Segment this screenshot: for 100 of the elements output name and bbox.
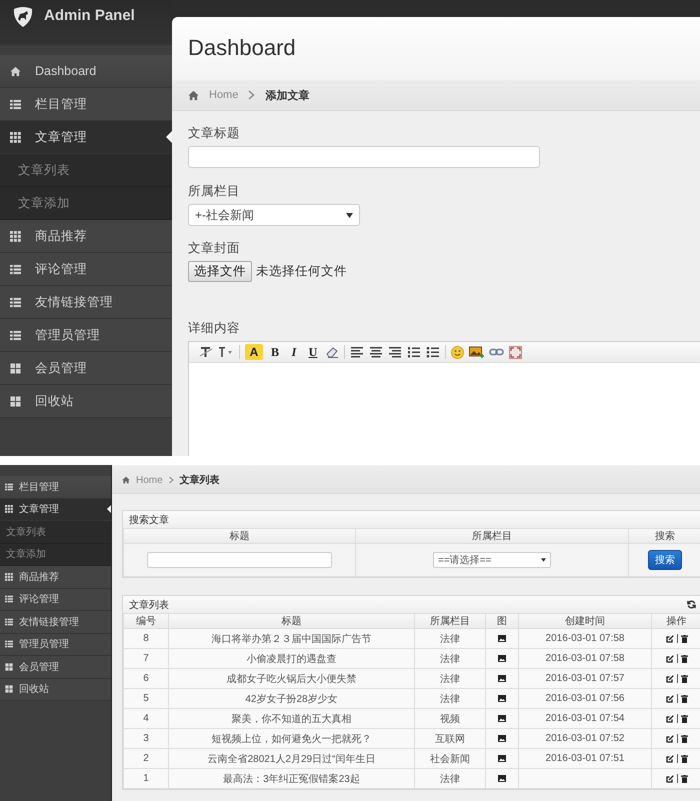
home-icon — [188, 90, 199, 100]
sidebar-item[interactable]: 回收站 — [0, 385, 172, 418]
tiles-icon — [10, 396, 21, 406]
eraser-icon[interactable] — [325, 346, 339, 358]
field-label: 文章封面 — [188, 240, 241, 257]
table-cell: 2016-03-01 07:56 — [546, 693, 624, 704]
trash-icon[interactable] — [680, 694, 688, 702]
sidebar-item[interactable]: Dashboard — [0, 55, 172, 88]
panel-title: 搜索文章 — [129, 514, 169, 526]
table-cell: 6 — [143, 673, 149, 684]
bullet-list-icon[interactable] — [426, 346, 440, 358]
choose-file-button[interactable]: 选择文件 — [188, 261, 252, 282]
table-cell: 8 — [143, 633, 149, 644]
table-cell-text: 社会新闻 — [430, 752, 470, 766]
smiley-icon[interactable] — [451, 346, 464, 358]
align-left-icon[interactable] — [350, 346, 364, 358]
edit-icon[interactable] — [666, 694, 674, 702]
image-icon[interactable] — [498, 695, 506, 702]
table-cell: 4 — [143, 713, 149, 724]
list-icon — [5, 640, 13, 648]
rich-text-editor[interactable]: A B I U — [188, 341, 700, 456]
sidebar-item[interactable]: 栏目管理 — [0, 476, 111, 498]
table-cell-text: 云南全省28021人2月29日过“闰年生日 — [208, 752, 376, 766]
edit-icon[interactable] — [666, 714, 674, 722]
sidebar-item[interactable]: 文章管理 — [0, 498, 111, 521]
image-icon[interactable] — [498, 735, 506, 742]
sidebar-item[interactable]: 栏目管理 — [0, 88, 172, 121]
sidebar-item[interactable]: 商品推荐 — [0, 566, 111, 588]
refresh-icon[interactable] — [687, 600, 696, 609]
trash-icon[interactable] — [680, 674, 688, 682]
highlight-button[interactable]: A — [245, 344, 263, 360]
trash-icon[interactable] — [680, 734, 688, 742]
link-icon[interactable] — [489, 347, 504, 357]
image-icon[interactable] — [498, 775, 506, 782]
image-icon[interactable] — [498, 655, 506, 662]
trash-icon[interactable] — [680, 634, 688, 642]
table-cell-text: 42岁女子扮28岁少女 — [245, 692, 338, 706]
trash-icon[interactable] — [680, 754, 688, 762]
sidebar-item[interactable]: 商品推荐 — [0, 220, 172, 253]
trash-icon[interactable] — [680, 654, 688, 662]
title-search-field[interactable] — [147, 552, 332, 568]
input-field[interactable] — [188, 146, 540, 168]
column-header: 所属栏目 — [414, 614, 486, 628]
search-button[interactable]: 搜索 — [648, 550, 682, 570]
sidebar-item[interactable]: 友情链接管理 — [0, 286, 172, 319]
table-cell-text: 法律 — [440, 692, 460, 706]
table-cell-text: 聚美，你不知道的五大真相 — [232, 712, 352, 726]
image-icon[interactable] — [498, 755, 506, 762]
column-header: 标题 — [124, 529, 356, 544]
field-label: 详细内容 — [188, 320, 241, 337]
align-right-icon[interactable] — [388, 346, 402, 358]
table-cell-text: 小偷凌晨打的遇盘查 — [246, 652, 336, 666]
submenu-item[interactable]: 文章列表 — [0, 154, 172, 187]
submenu-item[interactable]: 文章列表 — [0, 521, 111, 544]
numbered-list-icon[interactable] — [407, 346, 421, 358]
column-header: 所属栏目 — [356, 529, 628, 544]
table-cell: 1 — [143, 773, 149, 784]
image-icon[interactable] — [498, 675, 506, 682]
sidebar-item[interactable]: 友情链接管理 — [0, 611, 111, 634]
column-header: 编号 — [124, 614, 168, 628]
submenu-item[interactable]: 文章添加 — [0, 187, 172, 220]
sidebar-item[interactable]: 回收站 — [0, 678, 111, 701]
font-size-icon[interactable] — [218, 346, 234, 358]
sidebar-item[interactable]: 管理员管理 — [0, 634, 111, 656]
clear-format-icon[interactable] — [199, 346, 213, 358]
sidebar-item[interactable]: 会员管理 — [0, 352, 172, 385]
bold-button[interactable]: B — [268, 344, 282, 360]
submenu-item[interactable]: 文章添加 — [0, 544, 111, 566]
sidebar-item[interactable]: 评论管理 — [0, 253, 172, 286]
file-status: 未选择任何文件 — [256, 263, 347, 280]
sidebar-item[interactable]: 会员管理 — [0, 656, 111, 678]
breadcrumb-current: 文章列表 — [180, 473, 220, 487]
table-cell-text: 成都女子吃火锅后大小便失禁 — [226, 672, 356, 686]
trash-icon[interactable] — [680, 774, 688, 782]
edit-icon[interactable] — [666, 774, 674, 782]
align-center-icon[interactable] — [369, 346, 383, 358]
image-icon[interactable] — [498, 715, 506, 722]
image-icon[interactable] — [498, 635, 506, 642]
home-icon — [122, 476, 130, 484]
table-cell-text: 法律 — [440, 652, 460, 666]
edit-icon[interactable] — [666, 734, 674, 742]
edit-icon[interactable] — [666, 754, 674, 762]
sidebar-item[interactable]: 文章管理 — [0, 121, 172, 154]
table-cell: 2 — [143, 753, 149, 764]
edit-icon[interactable] — [666, 674, 674, 682]
underline-button[interactable]: U — [306, 344, 320, 360]
logo-icon — [12, 6, 34, 28]
category-select[interactable]: ==请选择== — [433, 552, 551, 568]
grid-icon — [5, 572, 13, 581]
fullscreen-icon[interactable] — [509, 346, 522, 358]
image-insert-icon[interactable] — [469, 346, 484, 358]
edit-icon[interactable] — [666, 654, 674, 662]
sidebar-item[interactable]: 评论管理 — [0, 588, 111, 611]
trash-icon[interactable] — [680, 714, 688, 722]
edit-icon[interactable] — [666, 634, 674, 642]
select-field[interactable]: +-社会新闻 — [188, 204, 360, 226]
list-icon — [10, 264, 21, 274]
italic-button[interactable]: I — [287, 344, 301, 360]
sidebar-item[interactable]: 管理员管理 — [0, 319, 172, 352]
field-label: 文章标题 — [188, 125, 241, 142]
